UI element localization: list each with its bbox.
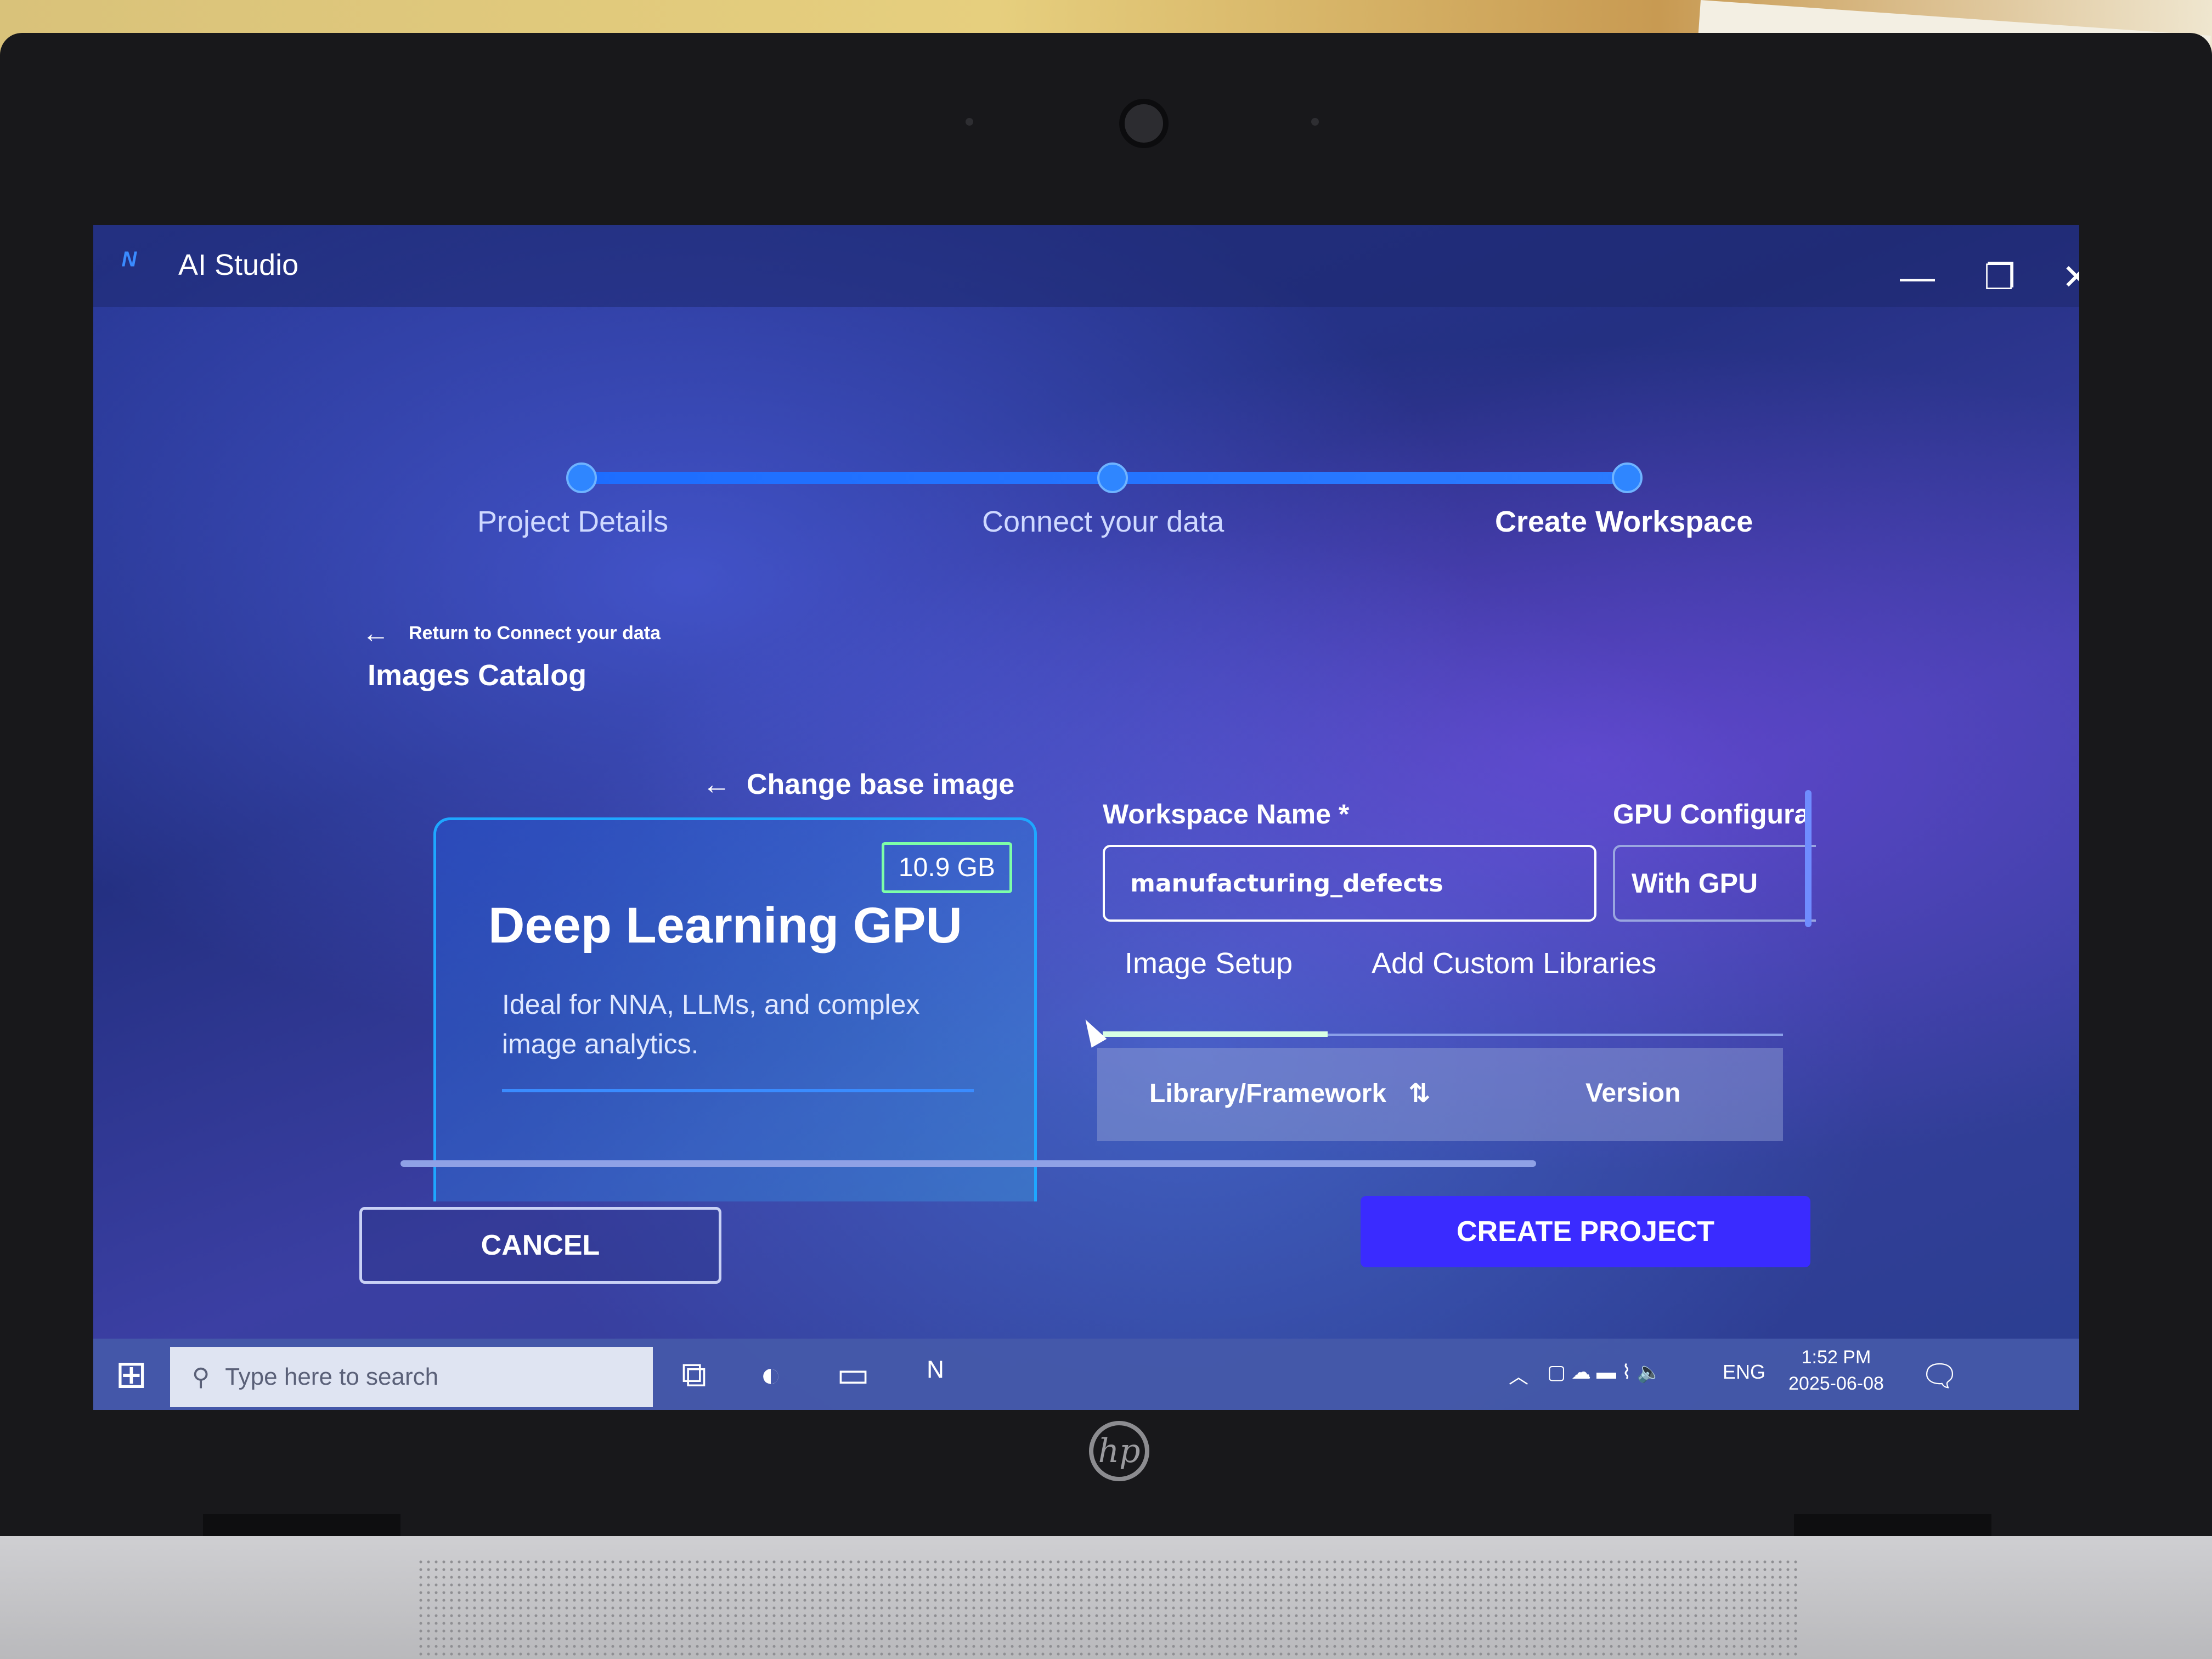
card-divider: [502, 1089, 974, 1092]
image-card-description: Ideal for NNA, LLMs, and complex image a…: [502, 989, 920, 1059]
speaker-grille: [417, 1558, 1799, 1659]
cancel-button[interactable]: CANCEL: [359, 1207, 721, 1284]
language-indicator[interactable]: ENG: [1723, 1361, 1765, 1384]
change-base-label: Change base image: [746, 769, 1015, 800]
active-tab-indicator: [1103, 1031, 1328, 1037]
image-card[interactable]: 10.9 GB Deep Learning GPU Ideal for NNA,…: [433, 817, 1037, 1201]
column-library-framework[interactable]: Library/Framework ⇅: [1149, 1078, 1430, 1109]
tray-chevron-icon[interactable]: ︿: [1509, 1361, 1528, 1389]
notification-icon[interactable]: 🗨: [1920, 1358, 1959, 1394]
minimize-button[interactable]: —: [1898, 258, 1937, 296]
column-version: Version: [1585, 1079, 1681, 1108]
clock-time: 1:52 PM: [1801, 1347, 1871, 1368]
column-library-framework-label: Library/Framework: [1149, 1079, 1387, 1108]
create-project-button[interactable]: CREATE PROJECT: [1361, 1196, 1810, 1267]
back-arrow-icon[interactable]: ←: [362, 617, 390, 649]
task-view-icon[interactable]: ⧉: [669, 1352, 719, 1396]
tray-apps-icon[interactable]: ▢ ☁ ▬ ⌇ 🔈: [1547, 1361, 1661, 1384]
mouse-cursor-icon: [1077, 1015, 1107, 1048]
step-label-project-details: Project Details: [477, 505, 669, 538]
library-table-header: Library/Framework ⇅ Version: [1097, 1048, 1783, 1141]
workspace-name-input[interactable]: manufacturing_defects: [1103, 845, 1596, 922]
search-icon: ⚲: [192, 1363, 210, 1391]
ai-studio-taskbar-icon[interactable]: ᴺ: [911, 1352, 960, 1396]
step-dot-connect-data: [1097, 462, 1128, 493]
horizontal-scrollbar[interactable]: [400, 1160, 1536, 1167]
step-dot-project-details: [566, 462, 597, 493]
hp-logo: hp: [1089, 1421, 1149, 1481]
maximize-button[interactable]: ❐: [1980, 258, 2019, 296]
app-title: AI Studio: [178, 249, 299, 281]
tab-divider: [1328, 1034, 1783, 1036]
gpu-configuration-select[interactable]: With GPU: [1613, 845, 1816, 922]
title-bar: ᴺ AI Studio — ❐ ✕: [93, 225, 2079, 307]
section-title: Images Catalog: [368, 659, 587, 692]
camera-sensor-dot: [1311, 118, 1319, 126]
taskbar: ⊞ ⚲ Type here to search ⧉ ◐ ▭ ᴺ ︿ ▢ ☁ ▬ …: [93, 1339, 2079, 1410]
workspace-name-label: Workspace Name *: [1103, 799, 1350, 830]
step-dot-create-workspace: [1612, 462, 1643, 493]
edge-browser-icon[interactable]: ◐: [746, 1352, 795, 1396]
ai-studio-logo-icon: ᴺ: [121, 246, 136, 280]
laptop-screen: ᴺ AI Studio — ❐ ✕ Project Details Connec…: [93, 225, 2079, 1410]
taskbar-search[interactable]: ⚲ Type here to search: [170, 1347, 653, 1407]
gpu-configuration-label: GPU Configura: [1613, 799, 1810, 830]
close-button[interactable]: ✕: [2057, 258, 2079, 296]
step-label-create-workspace: Create Workspace: [1495, 505, 1753, 538]
step-label-connect-data: Connect your data: [982, 505, 1224, 538]
vertical-scrollbar[interactable]: [1805, 790, 1812, 927]
taskbar-search-placeholder: Type here to search: [225, 1363, 439, 1390]
file-explorer-icon[interactable]: ▭: [828, 1352, 878, 1396]
return-link[interactable]: Return to Connect your data: [409, 623, 661, 644]
change-base-image-link[interactable]: ← Change base image: [702, 768, 1014, 801]
windows-start-icon[interactable]: ⊞: [115, 1355, 154, 1393]
size-badge: 10.9 GB: [881, 842, 1012, 893]
clock-date: 2025-06-08: [1788, 1373, 1884, 1394]
taskbar-clock[interactable]: 1:52 PM 2025-06-08: [1788, 1344, 1884, 1397]
sort-arrows-icon[interactable]: ⇅: [1394, 1079, 1430, 1108]
back-arrow-icon: ←: [702, 769, 747, 800]
camera-sensor-dot: [966, 118, 973, 126]
webcam: [1119, 99, 1169, 148]
tab-add-custom-libraries[interactable]: Add Custom Libraries: [1372, 946, 1656, 980]
image-card-title: Deep Learning GPU: [488, 898, 962, 953]
tab-image-setup[interactable]: Image Setup: [1125, 946, 1293, 980]
